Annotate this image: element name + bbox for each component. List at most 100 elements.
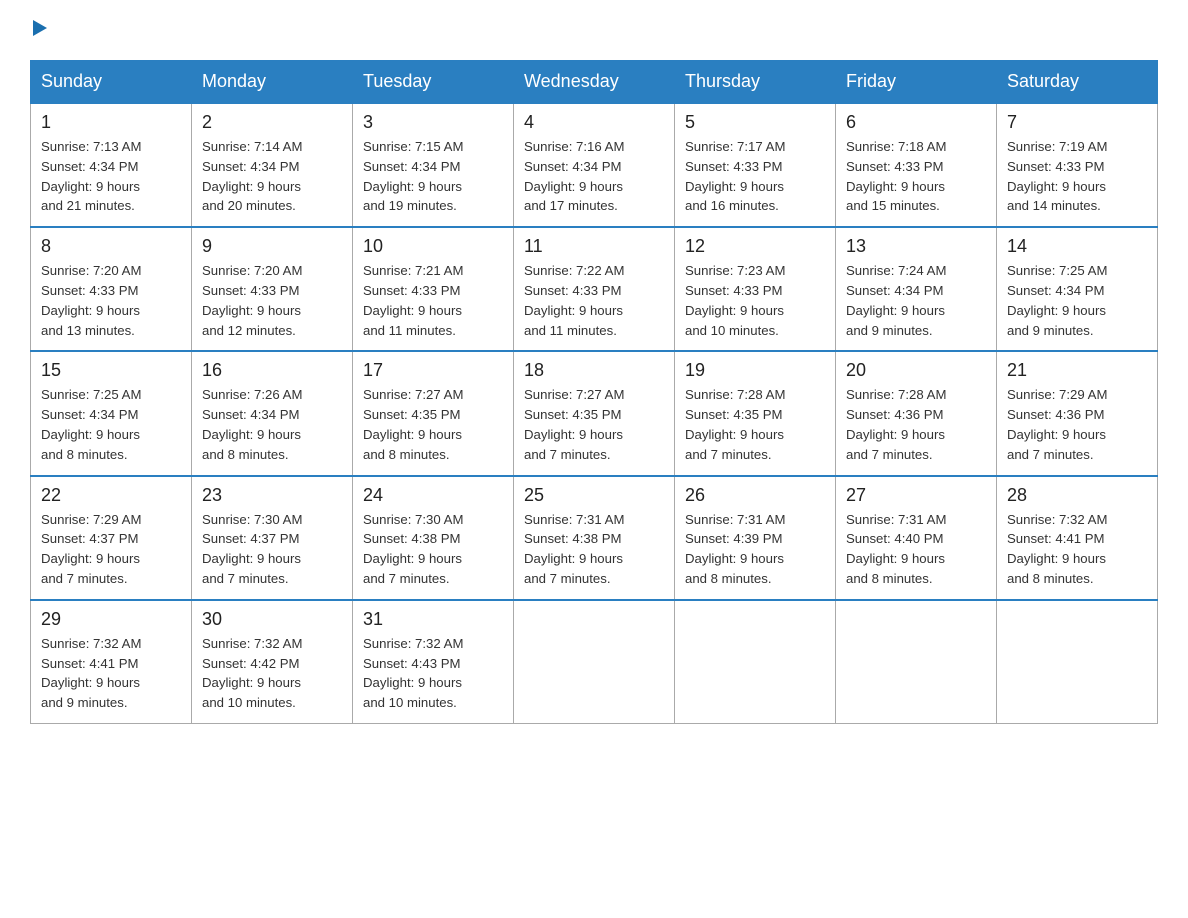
day-number: 9 [202, 236, 342, 257]
week-row-4: 22 Sunrise: 7:29 AMSunset: 4:37 PMDaylig… [31, 476, 1158, 600]
calendar-cell: 11 Sunrise: 7:22 AMSunset: 4:33 PMDaylig… [514, 227, 675, 351]
day-info: Sunrise: 7:32 AMSunset: 4:41 PMDaylight:… [41, 634, 181, 713]
header-friday: Friday [836, 61, 997, 104]
day-info: Sunrise: 7:17 AMSunset: 4:33 PMDaylight:… [685, 137, 825, 216]
day-number: 11 [524, 236, 664, 257]
calendar-cell: 26 Sunrise: 7:31 AMSunset: 4:39 PMDaylig… [675, 476, 836, 600]
day-info: Sunrise: 7:28 AMSunset: 4:36 PMDaylight:… [846, 385, 986, 464]
day-number: 21 [1007, 360, 1147, 381]
day-number: 27 [846, 485, 986, 506]
day-number: 5 [685, 112, 825, 133]
day-info: Sunrise: 7:32 AMSunset: 4:41 PMDaylight:… [1007, 510, 1147, 589]
week-row-2: 8 Sunrise: 7:20 AMSunset: 4:33 PMDayligh… [31, 227, 1158, 351]
day-number: 6 [846, 112, 986, 133]
calendar-cell: 28 Sunrise: 7:32 AMSunset: 4:41 PMDaylig… [997, 476, 1158, 600]
logo [30, 20, 47, 40]
day-number: 16 [202, 360, 342, 381]
calendar-cell: 14 Sunrise: 7:25 AMSunset: 4:34 PMDaylig… [997, 227, 1158, 351]
calendar-cell: 23 Sunrise: 7:30 AMSunset: 4:37 PMDaylig… [192, 476, 353, 600]
day-number: 4 [524, 112, 664, 133]
calendar-table: SundayMondayTuesdayWednesdayThursdayFrid… [30, 60, 1158, 724]
calendar-cell: 7 Sunrise: 7:19 AMSunset: 4:33 PMDayligh… [997, 103, 1158, 227]
page-header [30, 20, 1158, 40]
calendar-cell: 30 Sunrise: 7:32 AMSunset: 4:42 PMDaylig… [192, 600, 353, 724]
calendar-cell [675, 600, 836, 724]
header-tuesday: Tuesday [353, 61, 514, 104]
day-info: Sunrise: 7:14 AMSunset: 4:34 PMDaylight:… [202, 137, 342, 216]
day-number: 31 [363, 609, 503, 630]
day-info: Sunrise: 7:31 AMSunset: 4:38 PMDaylight:… [524, 510, 664, 589]
calendar-cell: 8 Sunrise: 7:20 AMSunset: 4:33 PMDayligh… [31, 227, 192, 351]
day-info: Sunrise: 7:24 AMSunset: 4:34 PMDaylight:… [846, 261, 986, 340]
day-info: Sunrise: 7:32 AMSunset: 4:42 PMDaylight:… [202, 634, 342, 713]
day-info: Sunrise: 7:29 AMSunset: 4:37 PMDaylight:… [41, 510, 181, 589]
day-number: 17 [363, 360, 503, 381]
calendar-cell: 21 Sunrise: 7:29 AMSunset: 4:36 PMDaylig… [997, 351, 1158, 475]
day-number: 8 [41, 236, 181, 257]
day-info: Sunrise: 7:15 AMSunset: 4:34 PMDaylight:… [363, 137, 503, 216]
calendar-cell: 9 Sunrise: 7:20 AMSunset: 4:33 PMDayligh… [192, 227, 353, 351]
day-number: 26 [685, 485, 825, 506]
day-info: Sunrise: 7:20 AMSunset: 4:33 PMDaylight:… [202, 261, 342, 340]
day-info: Sunrise: 7:22 AMSunset: 4:33 PMDaylight:… [524, 261, 664, 340]
calendar-cell: 3 Sunrise: 7:15 AMSunset: 4:34 PMDayligh… [353, 103, 514, 227]
calendar-cell: 5 Sunrise: 7:17 AMSunset: 4:33 PMDayligh… [675, 103, 836, 227]
day-info: Sunrise: 7:23 AMSunset: 4:33 PMDaylight:… [685, 261, 825, 340]
calendar-cell: 29 Sunrise: 7:32 AMSunset: 4:41 PMDaylig… [31, 600, 192, 724]
calendar-cell: 15 Sunrise: 7:25 AMSunset: 4:34 PMDaylig… [31, 351, 192, 475]
day-number: 1 [41, 112, 181, 133]
day-info: Sunrise: 7:18 AMSunset: 4:33 PMDaylight:… [846, 137, 986, 216]
day-number: 13 [846, 236, 986, 257]
day-info: Sunrise: 7:30 AMSunset: 4:38 PMDaylight:… [363, 510, 503, 589]
calendar-cell: 4 Sunrise: 7:16 AMSunset: 4:34 PMDayligh… [514, 103, 675, 227]
day-number: 7 [1007, 112, 1147, 133]
day-number: 23 [202, 485, 342, 506]
day-info: Sunrise: 7:31 AMSunset: 4:40 PMDaylight:… [846, 510, 986, 589]
week-row-3: 15 Sunrise: 7:25 AMSunset: 4:34 PMDaylig… [31, 351, 1158, 475]
calendar-cell: 31 Sunrise: 7:32 AMSunset: 4:43 PMDaylig… [353, 600, 514, 724]
logo-triangle-icon [33, 20, 47, 36]
day-number: 10 [363, 236, 503, 257]
day-number: 30 [202, 609, 342, 630]
calendar-cell: 12 Sunrise: 7:23 AMSunset: 4:33 PMDaylig… [675, 227, 836, 351]
day-info: Sunrise: 7:30 AMSunset: 4:37 PMDaylight:… [202, 510, 342, 589]
calendar-header-row: SundayMondayTuesdayWednesdayThursdayFrid… [31, 61, 1158, 104]
day-info: Sunrise: 7:25 AMSunset: 4:34 PMDaylight:… [1007, 261, 1147, 340]
header-wednesday: Wednesday [514, 61, 675, 104]
calendar-cell: 1 Sunrise: 7:13 AMSunset: 4:34 PMDayligh… [31, 103, 192, 227]
calendar-cell [514, 600, 675, 724]
day-info: Sunrise: 7:29 AMSunset: 4:36 PMDaylight:… [1007, 385, 1147, 464]
day-number: 18 [524, 360, 664, 381]
calendar-cell: 16 Sunrise: 7:26 AMSunset: 4:34 PMDaylig… [192, 351, 353, 475]
day-number: 24 [363, 485, 503, 506]
day-info: Sunrise: 7:21 AMSunset: 4:33 PMDaylight:… [363, 261, 503, 340]
day-info: Sunrise: 7:26 AMSunset: 4:34 PMDaylight:… [202, 385, 342, 464]
calendar-cell: 2 Sunrise: 7:14 AMSunset: 4:34 PMDayligh… [192, 103, 353, 227]
day-number: 19 [685, 360, 825, 381]
calendar-cell: 22 Sunrise: 7:29 AMSunset: 4:37 PMDaylig… [31, 476, 192, 600]
week-row-5: 29 Sunrise: 7:32 AMSunset: 4:41 PMDaylig… [31, 600, 1158, 724]
calendar-cell: 13 Sunrise: 7:24 AMSunset: 4:34 PMDaylig… [836, 227, 997, 351]
calendar-cell: 17 Sunrise: 7:27 AMSunset: 4:35 PMDaylig… [353, 351, 514, 475]
day-info: Sunrise: 7:20 AMSunset: 4:33 PMDaylight:… [41, 261, 181, 340]
header-saturday: Saturday [997, 61, 1158, 104]
calendar-cell: 20 Sunrise: 7:28 AMSunset: 4:36 PMDaylig… [836, 351, 997, 475]
calendar-cell: 6 Sunrise: 7:18 AMSunset: 4:33 PMDayligh… [836, 103, 997, 227]
day-number: 15 [41, 360, 181, 381]
day-number: 2 [202, 112, 342, 133]
calendar-cell: 19 Sunrise: 7:28 AMSunset: 4:35 PMDaylig… [675, 351, 836, 475]
calendar-cell: 27 Sunrise: 7:31 AMSunset: 4:40 PMDaylig… [836, 476, 997, 600]
day-number: 25 [524, 485, 664, 506]
calendar-cell: 24 Sunrise: 7:30 AMSunset: 4:38 PMDaylig… [353, 476, 514, 600]
calendar-cell: 10 Sunrise: 7:21 AMSunset: 4:33 PMDaylig… [353, 227, 514, 351]
day-number: 12 [685, 236, 825, 257]
header-monday: Monday [192, 61, 353, 104]
day-number: 28 [1007, 485, 1147, 506]
day-info: Sunrise: 7:27 AMSunset: 4:35 PMDaylight:… [524, 385, 664, 464]
day-number: 22 [41, 485, 181, 506]
day-number: 14 [1007, 236, 1147, 257]
week-row-1: 1 Sunrise: 7:13 AMSunset: 4:34 PMDayligh… [31, 103, 1158, 227]
day-info: Sunrise: 7:32 AMSunset: 4:43 PMDaylight:… [363, 634, 503, 713]
day-info: Sunrise: 7:28 AMSunset: 4:35 PMDaylight:… [685, 385, 825, 464]
header-thursday: Thursday [675, 61, 836, 104]
